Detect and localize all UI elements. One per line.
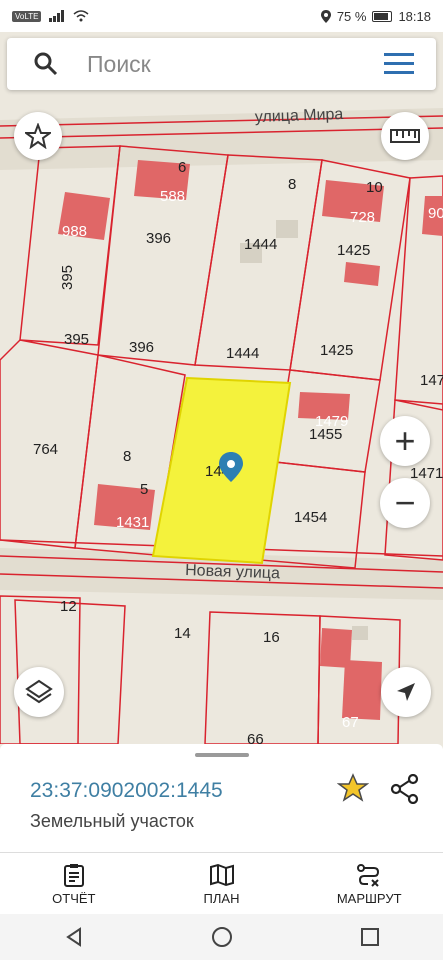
battery-percent: 75 %	[336, 8, 367, 24]
layers-button[interactable]	[14, 667, 64, 717]
label-8a: 8	[288, 176, 296, 193]
report-icon	[63, 863, 84, 887]
layers-icon	[25, 679, 53, 704]
tab-route-label: МАРШРУТ	[336, 890, 402, 906]
label-5: 5	[140, 481, 148, 498]
location-pin-icon	[320, 9, 331, 23]
menu-icon[interactable]	[384, 53, 414, 75]
label-8b: 8	[123, 448, 131, 465]
label-395a: 395	[59, 265, 76, 290]
label-1431: 1431	[116, 514, 149, 531]
label-764: 764	[33, 441, 58, 458]
cadastral-map[interactable]: 988 588 728 396 1444 1425 395 395 396 14…	[0, 32, 443, 744]
signal-icon	[49, 10, 65, 22]
label-6: 6	[178, 159, 186, 176]
zoom-in-label: +	[394, 420, 416, 461]
share-icon[interactable]	[390, 774, 420, 804]
ruler-button[interactable]	[381, 112, 429, 160]
parcel-type: Земельный участок	[30, 811, 194, 831]
tab-plan[interactable]: ПЛАН	[148, 853, 296, 915]
parcel-info-sheet[interactable]: 23:37:0902002:1445 Земельный участок	[0, 744, 443, 852]
map-canvas[interactable]: 988 588 728 396 1444 1425 395 395 396 14…	[0, 32, 443, 744]
search-icon[interactable]	[33, 51, 59, 77]
label-1454: 1454	[294, 509, 327, 526]
favorite-button[interactable]	[14, 112, 62, 160]
tab-report[interactable]: ОТЧЁТ	[0, 853, 148, 915]
status-left: VoLTE	[12, 10, 89, 22]
battery-icon	[372, 10, 393, 22]
label-1425a: 1425	[337, 242, 370, 259]
label-396a: 396	[146, 230, 171, 247]
tab-route[interactable]: МАРШРУТ	[295, 853, 443, 915]
navigation-arrow-icon	[397, 683, 415, 701]
label-395b: 395	[64, 331, 89, 348]
label-90: 90	[428, 205, 443, 222]
route-icon	[357, 863, 380, 887]
label-1444a: 1444	[244, 236, 277, 253]
label-14: 14	[174, 625, 191, 642]
zoom-out-label: −	[394, 482, 416, 523]
ruler-icon	[390, 129, 420, 143]
bottom-tabs: ОТЧЁТ ПЛАН МАРШРУТ	[0, 852, 443, 915]
label-1444b: 1444	[226, 345, 259, 362]
label-588: 588	[160, 188, 185, 205]
label-12: 12	[60, 598, 77, 615]
label-396b: 396	[129, 339, 154, 356]
star-icon[interactable]	[337, 772, 369, 804]
label-1425b: 1425	[320, 342, 353, 359]
my-location-button[interactable]	[381, 667, 431, 717]
status-right: 75 % 18:18	[320, 8, 431, 24]
back-icon[interactable]	[64, 927, 84, 947]
zoom-in-button[interactable]: +	[380, 416, 430, 466]
cadastral-number: 23:37:0902002:1445	[30, 779, 223, 802]
search-input[interactable]: Поиск	[87, 51, 384, 78]
recents-icon[interactable]	[360, 927, 380, 947]
wifi-icon	[73, 10, 89, 22]
tab-plan-label: ПЛАН	[203, 890, 240, 906]
status-bar: VoLTE 75 % 18:18	[0, 0, 443, 32]
label-67: 67	[342, 714, 359, 731]
search-bar[interactable]: Поиск	[7, 38, 436, 90]
label-66: 66	[247, 731, 264, 744]
label-988: 988	[62, 223, 87, 240]
label-16: 16	[263, 629, 280, 646]
label-10: 10	[366, 179, 383, 196]
tab-report-label: ОТЧЁТ	[52, 890, 96, 906]
clock: 18:18	[398, 8, 431, 24]
label-728: 728	[350, 209, 375, 226]
sheet-handle[interactable]	[195, 753, 249, 757]
home-icon[interactable]	[211, 926, 233, 948]
star-icon	[25, 123, 51, 149]
label-1479: 1479	[315, 413, 348, 430]
map-icon	[209, 863, 234, 886]
zoom-out-button[interactable]: −	[380, 478, 430, 528]
volte-badge: VoLTE	[12, 10, 42, 22]
street-mira: улица Мира	[255, 106, 344, 126]
label-147: 147	[420, 372, 443, 389]
street-novaya: Новая улица	[185, 562, 280, 582]
system-nav-bar	[0, 914, 443, 960]
